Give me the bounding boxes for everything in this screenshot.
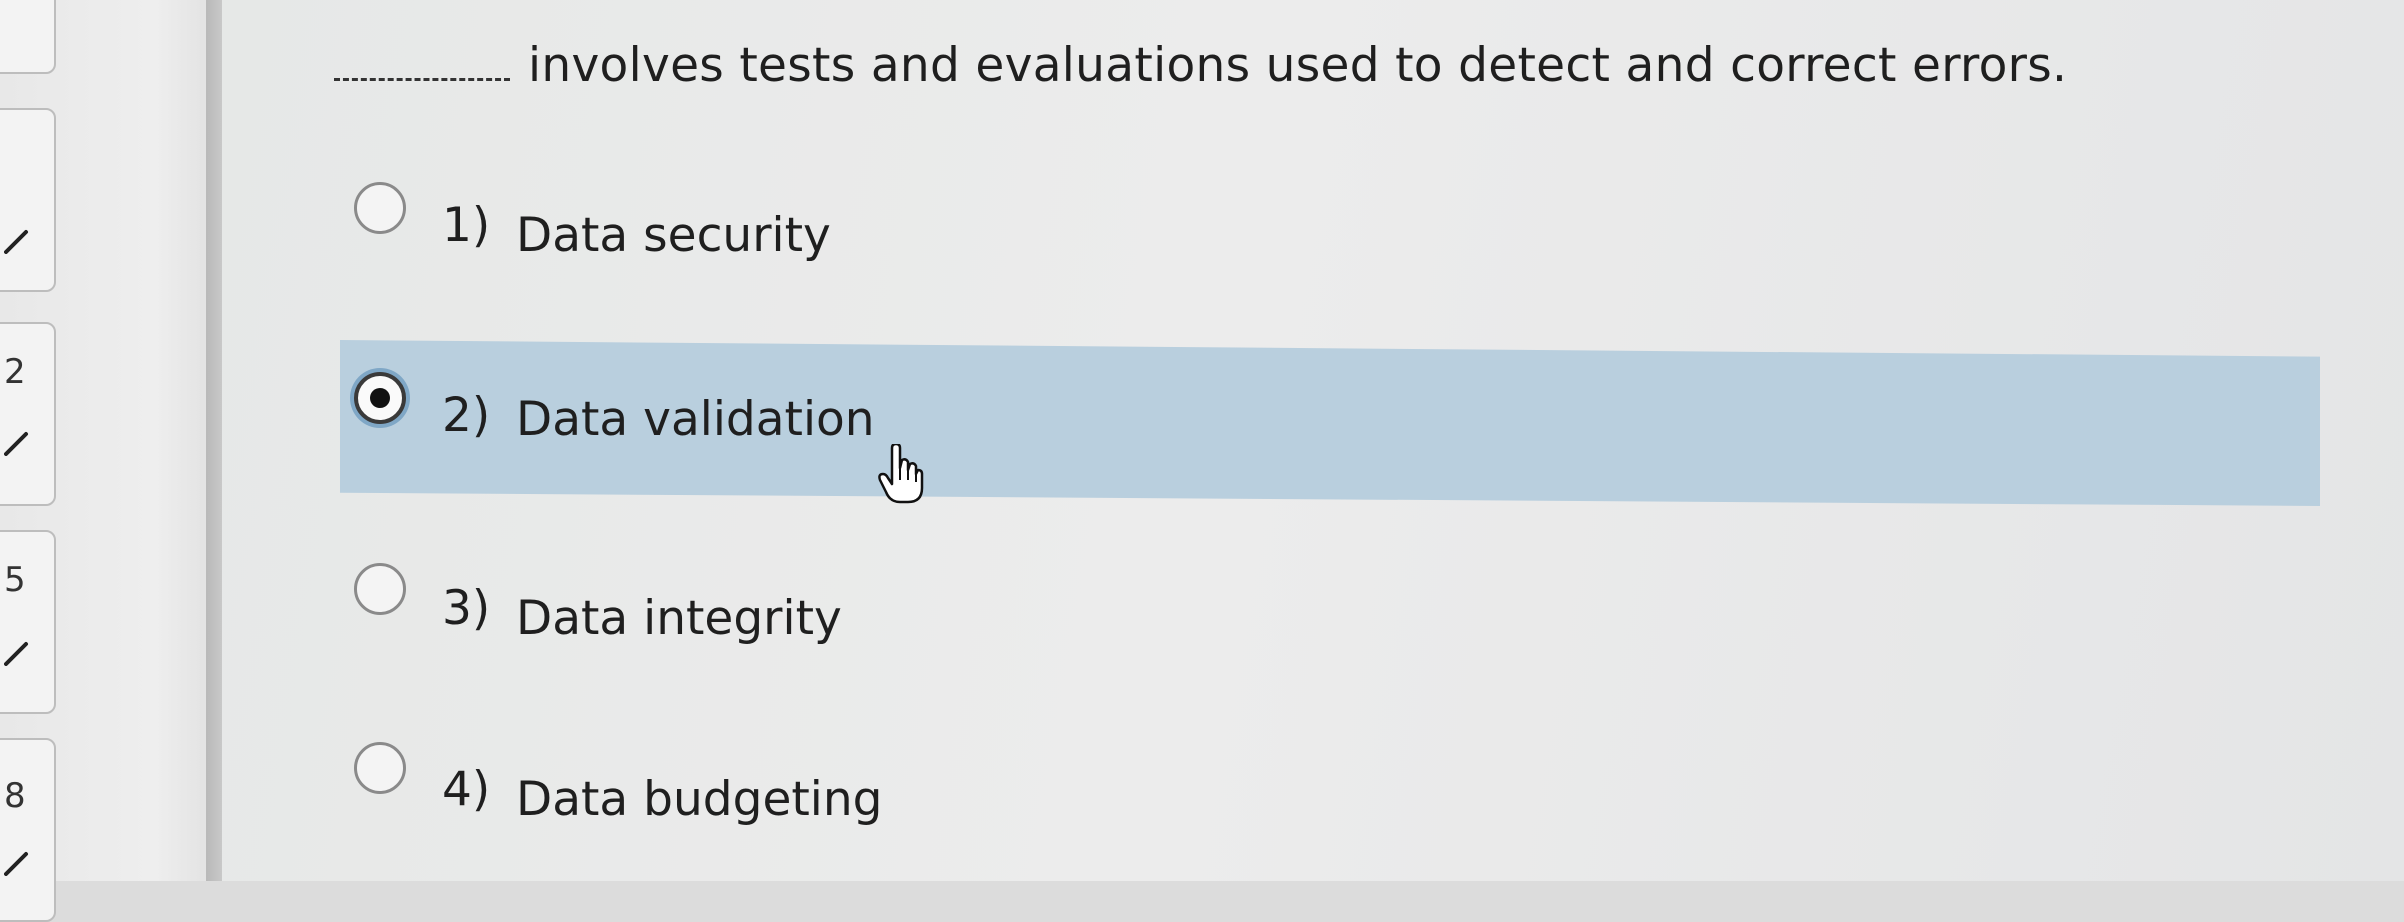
answer-option-2[interactable]: 2) Data validation — [340, 340, 2320, 506]
checkmark-icon — [4, 852, 28, 876]
question-text: involves tests and evaluations used to d… — [334, 38, 2067, 93]
nav-question-card[interactable]: 5 — [0, 530, 56, 714]
question-stem: involves tests and evaluations used to d… — [528, 38, 2068, 93]
option-number: 4) — [442, 762, 491, 817]
option-number: 1) — [442, 198, 491, 253]
nav-question-number: 5 — [4, 560, 26, 600]
nav-divider — [206, 0, 222, 881]
radio-button[interactable] — [354, 182, 406, 234]
option-label: Data budgeting — [516, 772, 883, 827]
checkmark-icon — [4, 642, 28, 666]
answer-option-1[interactable]: 1) Data security — [340, 168, 2340, 308]
nav-question-card[interactable]: 8 — [0, 738, 56, 922]
radio-selected-dot — [370, 388, 390, 408]
option-label: Data validation — [516, 392, 875, 447]
nav-question-number: 2 — [4, 352, 26, 392]
nav-question-card[interactable] — [0, 108, 56, 292]
nav-question-card[interactable]: 2 — [0, 322, 56, 506]
radio-button[interactable] — [354, 742, 406, 794]
answer-blank — [334, 78, 510, 81]
nav-question-number: 8 — [4, 776, 26, 816]
hand-pointer-icon — [878, 444, 924, 504]
option-label: Data security — [516, 208, 831, 263]
radio-button[interactable] — [354, 563, 406, 615]
answer-option-4[interactable]: 4) Data budgeting — [340, 730, 2340, 870]
answer-option-3[interactable]: 3) Data integrity — [340, 545, 2340, 685]
option-number: 2) — [442, 388, 491, 443]
checkmark-icon — [4, 432, 28, 456]
question-nav: 2 5 8 — [0, 0, 222, 922]
nav-question-card[interactable] — [0, 0, 56, 74]
option-label: Data integrity — [516, 591, 842, 646]
radio-button-checked[interactable] — [354, 372, 406, 424]
option-number: 3) — [442, 581, 491, 636]
checkmark-icon — [4, 230, 28, 254]
